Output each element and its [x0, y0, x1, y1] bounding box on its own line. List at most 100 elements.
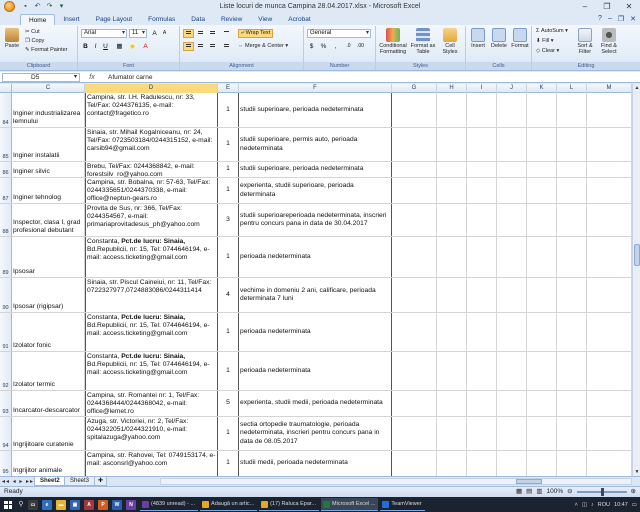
- row-header[interactable]: 86: [0, 162, 12, 177]
- cell-empty[interactable]: [437, 237, 467, 277]
- row-header[interactable]: 84: [0, 93, 12, 127]
- cell-empty[interactable]: [527, 162, 557, 177]
- wrap-text-button[interactable]: ⤶ Wrap Text: [238, 29, 274, 38]
- row-header[interactable]: 95: [0, 451, 12, 476]
- row-header[interactable]: 94: [0, 417, 12, 450]
- restore-button[interactable]: ❐: [596, 0, 618, 13]
- cell-employer-contact[interactable]: Brebu, Tel/Fax: 0244368842, e-mail: fore…: [85, 162, 218, 177]
- cell-empty[interactable]: [557, 237, 587, 277]
- cell-empty[interactable]: [587, 352, 632, 390]
- fill-color-icon[interactable]: ◈: [128, 42, 137, 51]
- cell-empty[interactable]: [392, 451, 437, 476]
- cell-employer-contact[interactable]: Sinaia, str. Mihail Kogalniceanu, nr: 24…: [85, 128, 218, 161]
- cell-empty[interactable]: [527, 93, 557, 127]
- align-middle-icon[interactable]: [195, 29, 206, 38]
- cell-empty[interactable]: [467, 278, 497, 312]
- cell-empty[interactable]: [587, 128, 632, 161]
- delete-cells-button[interactable]: Delete: [489, 28, 509, 49]
- cell-empty[interactable]: [467, 128, 497, 161]
- cell-employer-contact[interactable]: Constanta, Pct.de lucru: Sinaia, Bd.Repu…: [85, 352, 218, 390]
- column-header-k[interactable]: K: [527, 84, 557, 93]
- cell-employer-contact[interactable]: Campina, str. Rahovei, Tel: 0749153174, …: [85, 451, 218, 476]
- undo-icon[interactable]: ↶: [33, 2, 42, 11]
- edge-icon[interactable]: e: [42, 499, 52, 510]
- search-icon[interactable]: ⚲: [16, 497, 26, 512]
- cell-requirements[interactable]: studii superioare, permis auto, perioada…: [239, 128, 392, 161]
- cell-empty[interactable]: [437, 313, 467, 351]
- tab-view[interactable]: View: [250, 14, 280, 25]
- cell-requirements[interactable]: perioada nedeterminata: [239, 237, 392, 277]
- borders-icon[interactable]: ▦: [115, 42, 124, 51]
- start-button[interactable]: [0, 497, 16, 512]
- column-header-j[interactable]: J: [497, 84, 527, 93]
- cell-job-title[interactable]: Inginer tehnolog: [12, 178, 85, 203]
- cell-empty[interactable]: [587, 237, 632, 277]
- cell-empty[interactable]: [392, 93, 437, 127]
- insert-sheet-icon[interactable]: ✚: [94, 477, 108, 486]
- cell-empty[interactable]: [587, 162, 632, 177]
- increase-decimal-icon[interactable]: .0: [344, 42, 353, 51]
- tab-page-layout[interactable]: Page Layout: [88, 14, 141, 25]
- help-icon[interactable]: ?: [598, 15, 602, 23]
- cell-positions-count[interactable]: 1: [218, 128, 239, 161]
- indent-icon[interactable]: [221, 42, 232, 51]
- cell-empty[interactable]: [437, 278, 467, 312]
- zoom-out-icon[interactable]: ⊖: [567, 487, 572, 497]
- close-button[interactable]: ✕: [618, 0, 640, 13]
- cell-empty[interactable]: [527, 178, 557, 203]
- font-name-select[interactable]: Arial: [81, 29, 127, 38]
- cell-positions-count[interactable]: 1: [218, 451, 239, 476]
- cell-positions-count[interactable]: 3: [218, 204, 239, 236]
- percent-button[interactable]: %: [319, 42, 328, 51]
- cell-empty[interactable]: [392, 204, 437, 236]
- column-header-l[interactable]: L: [557, 84, 587, 93]
- cell-empty[interactable]: [437, 93, 467, 127]
- cell-empty[interactable]: [497, 417, 527, 450]
- cell-requirements[interactable]: studii superioareperioada nedeterminata,…: [239, 204, 392, 236]
- cell-empty[interactable]: [557, 417, 587, 450]
- cell-requirements[interactable]: studii superioare, perioada nedeterminat…: [239, 93, 392, 127]
- file-explorer-icon[interactable]: ▬: [56, 499, 66, 510]
- cell-empty[interactable]: [557, 178, 587, 203]
- cell-empty[interactable]: [557, 352, 587, 390]
- row-header[interactable]: 88: [0, 204, 12, 236]
- cell-positions-count[interactable]: 1: [218, 162, 239, 177]
- format-as-table-button[interactable]: Format as Table: [410, 28, 436, 55]
- cell-job-title[interactable]: Incarcator-descarcator: [12, 391, 85, 416]
- sheet-tab-sheet3[interactable]: Sheet3: [64, 477, 96, 486]
- cell-empty[interactable]: [587, 178, 632, 203]
- cell-empty[interactable]: [497, 237, 527, 277]
- taskbar-app[interactable]: Microsoft Excel ...: [321, 498, 379, 511]
- cell-empty[interactable]: [392, 313, 437, 351]
- column-header-m[interactable]: M: [587, 84, 632, 93]
- cell-job-title[interactable]: Ipsosar: [12, 237, 85, 277]
- cell-empty[interactable]: [392, 128, 437, 161]
- tab-home[interactable]: Home: [20, 14, 56, 25]
- align-top-icon[interactable]: [183, 29, 194, 38]
- merge-center-button[interactable]: ⇔ Merge & Center ▾: [238, 43, 288, 50]
- row-header[interactable]: 92: [0, 352, 12, 390]
- cell-empty[interactable]: [392, 352, 437, 390]
- name-box[interactable]: D5: [2, 72, 80, 82]
- autosum-button[interactable]: Σ AutoSum ▾: [536, 28, 568, 35]
- cell-requirements[interactable]: perioada nedeterminata: [239, 313, 392, 351]
- page-break-view-icon[interactable]: ▥: [536, 487, 542, 497]
- bold-button[interactable]: B: [81, 42, 90, 51]
- cell-requirements[interactable]: experienta, studii superioare, perioada …: [239, 178, 392, 203]
- paste-button[interactable]: Paste: [3, 28, 21, 49]
- cell-empty[interactable]: [587, 313, 632, 351]
- cell-empty[interactable]: [497, 128, 527, 161]
- cell-employer-contact[interactable]: Campina, str. I.H. Radulescu, nr: 33, Te…: [85, 93, 218, 127]
- underline-button[interactable]: U: [101, 42, 110, 51]
- sort-filter-button[interactable]: Sort & Filter: [574, 28, 596, 55]
- cell-employer-contact[interactable]: Azuga, str. Victoriei, nr: 2, Tel/Fax: 0…: [85, 417, 218, 450]
- column-header-d[interactable]: D: [85, 84, 218, 93]
- fx-icon[interactable]: fx: [80, 74, 104, 81]
- cell-empty[interactable]: [467, 352, 497, 390]
- cell-job-title[interactable]: Inspector, clasa I, grad profesional deb…: [12, 204, 85, 236]
- cell-job-title[interactable]: Ingrijitor animale: [12, 451, 85, 476]
- taskbar-app[interactable]: Adaugă un artic...: [200, 498, 258, 511]
- cell-empty[interactable]: [527, 204, 557, 236]
- cell-requirements[interactable]: perioada nedeterminata: [239, 352, 392, 390]
- row-header[interactable]: 85: [0, 128, 12, 161]
